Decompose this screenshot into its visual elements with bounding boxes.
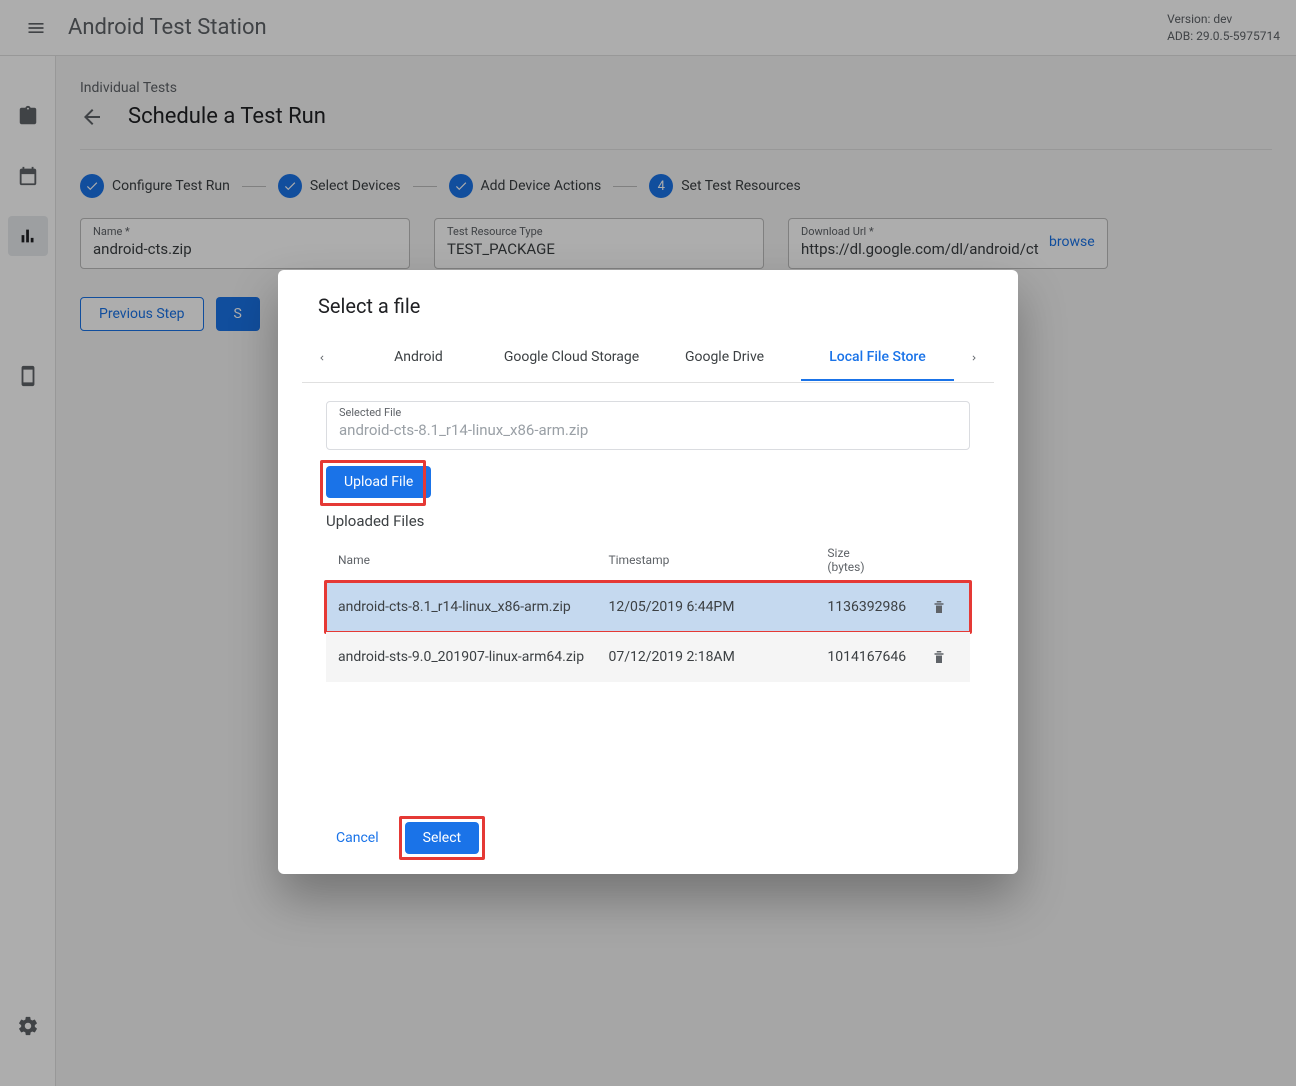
tab-gcs[interactable]: Google Cloud Storage [495, 335, 648, 381]
tab-android[interactable]: Android [342, 335, 495, 381]
col-size: Size (bytes) [815, 538, 918, 582]
modal-overlay[interactable]: Select a file Android Google Cloud Stora… [0, 0, 1296, 1086]
file-name-cell: android-cts-8.1_r14-linux_x86-arm.zip [326, 582, 596, 632]
file-timestamp-cell: 12/05/2019 6:44PM [596, 582, 815, 632]
tab-scroll-right-icon[interactable] [954, 334, 994, 382]
col-name: Name [326, 538, 596, 582]
table-row[interactable]: android-sts-9.0_201907-linux-arm64.zip 0… [326, 632, 970, 682]
table-row[interactable]: android-cts-8.1_r14-linux_x86-arm.zip 12… [326, 582, 970, 632]
upload-file-button[interactable]: Upload File [326, 466, 431, 498]
tab-local-file-store[interactable]: Local File Store [801, 335, 954, 381]
file-select-modal: Select a file Android Google Cloud Stora… [278, 270, 1018, 874]
uploaded-files-table: Name Timestamp Size (bytes) android-cts-… [326, 538, 970, 682]
file-size-cell: 1014167646 [815, 632, 918, 682]
col-timestamp: Timestamp [596, 538, 815, 582]
cancel-button[interactable]: Cancel [318, 822, 397, 854]
delete-icon[interactable] [930, 648, 958, 666]
select-button[interactable]: Select [405, 822, 479, 854]
tab-drive[interactable]: Google Drive [648, 335, 801, 381]
file-timestamp-cell: 07/12/2019 2:18AM [596, 632, 815, 682]
modal-title: Select a file [302, 294, 994, 318]
selected-file-field[interactable]: Selected File android-cts-8.1_r14-linux_… [326, 401, 970, 450]
delete-icon[interactable] [930, 598, 958, 616]
file-size-cell: 1136392986 [815, 582, 918, 632]
tab-row: Android Google Cloud Storage Google Driv… [302, 334, 994, 383]
tab-scroll-left-icon[interactable] [302, 334, 342, 382]
file-name-cell: android-sts-9.0_201907-linux-arm64.zip [326, 632, 596, 682]
uploaded-files-label: Uploaded Files [326, 512, 970, 530]
